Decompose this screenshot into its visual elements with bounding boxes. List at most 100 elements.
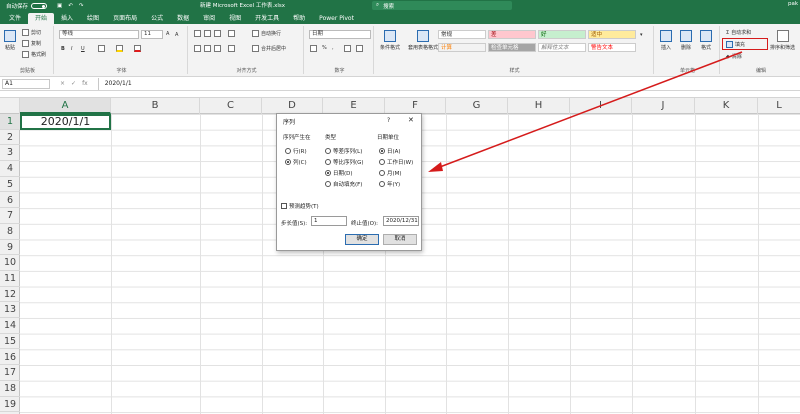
indent-button[interactable] (228, 45, 235, 52)
name-box[interactable]: A1 (2, 78, 50, 89)
fx-icon[interactable]: fx (82, 80, 88, 87)
shrink-font-button[interactable]: A (175, 32, 178, 38)
radio-year[interactable]: 年(Y) (379, 180, 400, 188)
column-header-j[interactable]: J (632, 98, 695, 114)
currency-button[interactable] (310, 45, 317, 52)
font-size-select[interactable]: 11 (141, 30, 163, 39)
column-header-f[interactable]: F (385, 98, 446, 114)
column-header-h[interactable]: H (508, 98, 570, 114)
cancel-button[interactable]: 取消 (383, 234, 417, 245)
style-check-cell[interactable]: 检查单元格 (488, 43, 536, 52)
conditional-format-button[interactable]: 条件格式 (380, 30, 400, 51)
font-color-button[interactable] (134, 45, 141, 52)
autosum-button[interactable]: Σ 自动求和 (726, 29, 751, 37)
step-value-input[interactable]: 1 (311, 216, 347, 226)
column-header-d[interactable]: D (262, 98, 323, 114)
autosave-toggle[interactable]: 自动保存 (6, 2, 48, 10)
redo-icon[interactable]: ↷ (79, 3, 84, 9)
ok-button[interactable]: 确定 (345, 234, 379, 245)
tab-draw[interactable]: 绘图 (80, 13, 106, 24)
styles-scroll-button[interactable]: ▾ (640, 32, 643, 38)
tab-file[interactable]: 文件 (2, 13, 28, 24)
align-left-button[interactable] (194, 45, 201, 52)
radio-growth[interactable]: 等比序列(G) (325, 158, 364, 166)
row-header-17[interactable]: 17 (0, 365, 20, 381)
italic-button[interactable]: I (71, 46, 72, 52)
tab-formulas[interactable]: 公式 (144, 13, 170, 24)
format-cells-button[interactable]: 格式 (700, 30, 712, 51)
column-header-b[interactable]: B (111, 98, 200, 114)
tab-data[interactable]: 数据 (170, 13, 196, 24)
enter-icon[interactable]: ✓ (71, 80, 76, 87)
radio-rows[interactable]: 行(R) (285, 147, 307, 155)
fill-color-button[interactable] (116, 45, 123, 52)
formula-input[interactable]: 2020/1/1 (97, 77, 800, 90)
tab-insert[interactable]: 插入 (54, 13, 80, 24)
insert-cells-button[interactable]: 插入 (660, 30, 672, 51)
close-button[interactable]: ✕ (408, 116, 414, 124)
row-header-5[interactable]: 5 (0, 177, 20, 193)
clear-button[interactable]: ◆ 清除 (726, 53, 742, 61)
percent-button[interactable]: % (322, 45, 327, 51)
save-icon[interactable]: ▣ (57, 3, 62, 9)
radio-month[interactable]: 月(M) (379, 169, 402, 177)
row-header-14[interactable]: 14 (0, 318, 20, 334)
align-center-button[interactable] (204, 45, 211, 52)
row-header-11[interactable]: 11 (0, 271, 20, 287)
align-middle-button[interactable] (204, 30, 211, 37)
tab-power-pivot[interactable]: Power Pivot (312, 13, 361, 24)
column-header-l[interactable]: L (758, 98, 800, 114)
tab-help[interactable]: 帮助 (286, 13, 312, 24)
row-header-1[interactable]: 1 (0, 114, 20, 130)
row-header-6[interactable]: 6 (0, 193, 20, 209)
style-calculation[interactable]: 计算 (438, 43, 486, 52)
sort-filter-button[interactable]: 排序和筛选 (770, 30, 795, 51)
align-bottom-button[interactable] (214, 30, 221, 37)
orientation-button[interactable] (228, 30, 235, 37)
radio-autofill[interactable]: 自动填充(F) (325, 180, 362, 188)
row-header-19[interactable]: 19 (0, 397, 20, 413)
autosave-switch[interactable] (31, 2, 48, 9)
row-header-13[interactable]: 13 (0, 302, 20, 319)
underline-button[interactable]: U (81, 46, 85, 52)
radio-columns[interactable]: 列(C) (285, 158, 307, 166)
cancel-icon[interactable]: × (60, 80, 65, 87)
format-as-table-button[interactable]: 套用表格格式 (408, 30, 438, 51)
tab-page-layout[interactable]: 页面布局 (106, 13, 144, 24)
column-header-g[interactable]: G (446, 98, 508, 114)
column-header-k[interactable]: K (695, 98, 758, 114)
paste-button[interactable]: 粘贴 (4, 30, 16, 51)
tab-view[interactable]: 视图 (222, 13, 248, 24)
row-header-3[interactable]: 3 (0, 145, 20, 162)
cell-a1[interactable]: 2020/1/1 (20, 114, 111, 130)
trend-checkbox[interactable]: 预测趋势(T) (281, 202, 319, 210)
row-header-4[interactable]: 4 (0, 161, 20, 177)
column-header-a[interactable]: A (20, 98, 111, 114)
align-top-button[interactable] (194, 30, 201, 37)
delete-cells-button[interactable]: 删除 (680, 30, 692, 51)
radio-weekday[interactable]: 工作日(W) (379, 158, 413, 166)
comma-button[interactable]: , (332, 45, 334, 51)
row-header-9[interactable]: 9 (0, 240, 20, 256)
radio-date[interactable]: 日期(D) (325, 169, 353, 177)
undo-icon[interactable]: ↶ (68, 3, 73, 9)
select-all-corner[interactable] (0, 98, 20, 114)
style-neutral[interactable]: 适中 (588, 30, 636, 39)
column-header-c[interactable]: C (200, 98, 262, 114)
copy-button[interactable]: 复制 (22, 40, 41, 47)
stop-value-input[interactable]: 2020/12/31 (383, 216, 419, 226)
merge-center-button[interactable]: 合并后居中 (252, 45, 286, 52)
align-right-button[interactable] (214, 45, 221, 52)
row-header-16[interactable]: 16 (0, 350, 20, 366)
help-button[interactable]: ? (387, 117, 390, 124)
cut-button[interactable]: 剪切 (22, 29, 41, 36)
row-header-7[interactable]: 7 (0, 208, 20, 224)
number-format-select[interactable]: 日期 (309, 30, 371, 39)
wrap-text-button[interactable]: 自动换行 (252, 30, 281, 37)
user-name[interactable]: pak (788, 1, 798, 7)
row-header-15[interactable]: 15 (0, 334, 20, 350)
bold-button[interactable]: B (61, 46, 65, 52)
grow-font-button[interactable]: A (166, 31, 169, 37)
row-header-18[interactable]: 18 (0, 381, 20, 397)
style-good[interactable]: 好 (538, 30, 586, 39)
